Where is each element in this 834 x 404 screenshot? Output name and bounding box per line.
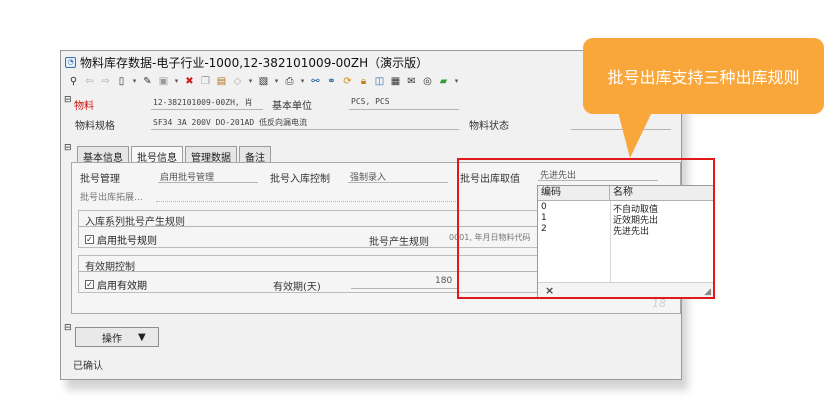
enable-expiry-checkbox[interactable]: ✓ 启用有效期: [85, 277, 147, 292]
export-icon[interactable]: ▰: [437, 75, 450, 88]
out-expand-underline: [156, 201, 458, 202]
status-text: 已确认: [73, 361, 103, 372]
comment-icon[interactable]: ◎: [421, 75, 434, 88]
base-unit-value[interactable]: PCS, PCS: [351, 97, 390, 106]
material-label: 物料: [74, 101, 94, 112]
toolbar: ⚲ ⇦ ⇨ ▯ ▾ ✎ ▣ ▾ ✖ ❐ ▤ ◇ ▾ ▧ ▾ ⎙ ▾ ⚯ ⚭ ⟳ …: [67, 75, 460, 88]
chart-icon[interactable]: ◫: [373, 75, 386, 88]
refresh-icon[interactable]: ⟳: [341, 75, 354, 88]
tab-batch-info[interactable]: 批号信息: [131, 146, 183, 164]
tree-icon[interactable]: ⚯: [309, 75, 322, 88]
new-document-icon[interactable]: ▯: [115, 75, 128, 88]
checkmark-icon[interactable]: ✓: [85, 235, 94, 244]
expiry-days-underline: [351, 288, 459, 289]
entry-control-underline: [348, 182, 448, 183]
calculator-icon[interactable]: ▦: [389, 75, 402, 88]
checkmark-icon[interactable]: ✓: [85, 280, 94, 289]
callout-bubble: 批号出库支持三种出库规则: [583, 38, 824, 114]
tab-remarks[interactable]: 备注: [239, 146, 271, 164]
tab-management-data[interactable]: 管理数据: [185, 146, 237, 164]
app-icon: ◔: [65, 56, 76, 68]
print-icon[interactable]: ⎙: [283, 75, 296, 88]
eraser-icon[interactable]: ◇: [231, 75, 244, 88]
mail-icon[interactable]: ✉: [405, 75, 418, 88]
operate-button[interactable]: 操作 ▼: [75, 327, 159, 347]
base-unit-label: 基本单位: [272, 101, 312, 112]
collapse-toggle-footer[interactable]: ⊟: [64, 323, 72, 333]
chevron-down-icon[interactable]: ▾: [131, 75, 138, 88]
spec-value[interactable]: SF34 3A 200V DO-201AD 低反向漏电流: [153, 117, 307, 128]
spec-underline: [151, 129, 459, 130]
save-icon[interactable]: ▣: [157, 75, 170, 88]
lock-icon[interactable]: 🔒︎: [357, 75, 370, 88]
enable-batch-rule-label: 启用批号规则: [97, 236, 157, 247]
chevron-down-icon[interactable]: ▾: [173, 75, 180, 88]
chevron-down-icon[interactable]: ▾: [247, 75, 254, 88]
callout-text: 批号出库支持三种出库规则: [607, 68, 800, 87]
collapse-toggle-tabs[interactable]: ⊟: [64, 143, 72, 153]
entry-control-label: 批号入库控制: [270, 174, 330, 185]
material-underline: [151, 109, 263, 110]
batch-mgmt-underline: [158, 182, 258, 183]
chevron-down-icon[interactable]: ▾: [453, 75, 460, 88]
enable-expiry-label: 启用有效期: [97, 281, 147, 292]
chevron-down-icon[interactable]: ▾: [273, 75, 280, 88]
tab-basic-info[interactable]: 基本信息: [77, 146, 129, 164]
window-titlebar: ◔ 物料库存数据-电子行业-1000,12-382101009-00ZH（演示版…: [65, 54, 428, 70]
search-icon[interactable]: ⚲: [67, 75, 80, 88]
chevron-down-icon[interactable]: ▾: [299, 75, 306, 88]
out-expand-label[interactable]: 批号出库拓展...: [80, 190, 143, 203]
expiry-days-label: 有效期(天): [273, 282, 321, 293]
paste-icon[interactable]: ▤: [215, 75, 228, 88]
triangle-down-icon: ▼: [138, 331, 146, 343]
copy-icon[interactable]: ❐: [199, 75, 212, 88]
tab-bar: 基本信息 批号信息 管理数据 备注: [77, 146, 273, 164]
edit-icon[interactable]: ✎: [141, 75, 154, 88]
screenshot-stage: ◔ 物料库存数据-电子行业-1000,12-382101009-00ZH（演示版…: [0, 0, 834, 404]
base-unit-underline: [349, 109, 459, 110]
material-value[interactable]: 12-382101009-00ZH, 肖: [153, 97, 253, 108]
operate-label: 操作: [102, 333, 122, 345]
status-label: 物料状态: [469, 121, 509, 132]
spec-label: 物料规格: [75, 121, 115, 132]
window-title: 物料库存数据-电子行业-1000,12-382101009-00ZH（演示版）: [80, 55, 429, 70]
batch-mgmt-label: 批号管理: [80, 174, 120, 185]
back-arrow-icon[interactable]: ⇦: [83, 75, 96, 88]
highlight-frame: [457, 158, 715, 299]
collapse-toggle-header[interactable]: ⊟: [64, 95, 72, 105]
gen-rule-label: 批号产生规则: [369, 237, 429, 248]
document-tool-icon[interactable]: ▧: [257, 75, 270, 88]
link-icon[interactable]: ⚭: [325, 75, 338, 88]
enable-batch-rule-checkbox[interactable]: ✓ 启用批号规则: [85, 232, 157, 247]
expiry-days-value[interactable]: 180: [435, 276, 452, 286]
forward-arrow-icon[interactable]: ⇨: [99, 75, 112, 88]
callout-tail: [618, 112, 652, 158]
delete-icon[interactable]: ✖: [183, 75, 196, 88]
